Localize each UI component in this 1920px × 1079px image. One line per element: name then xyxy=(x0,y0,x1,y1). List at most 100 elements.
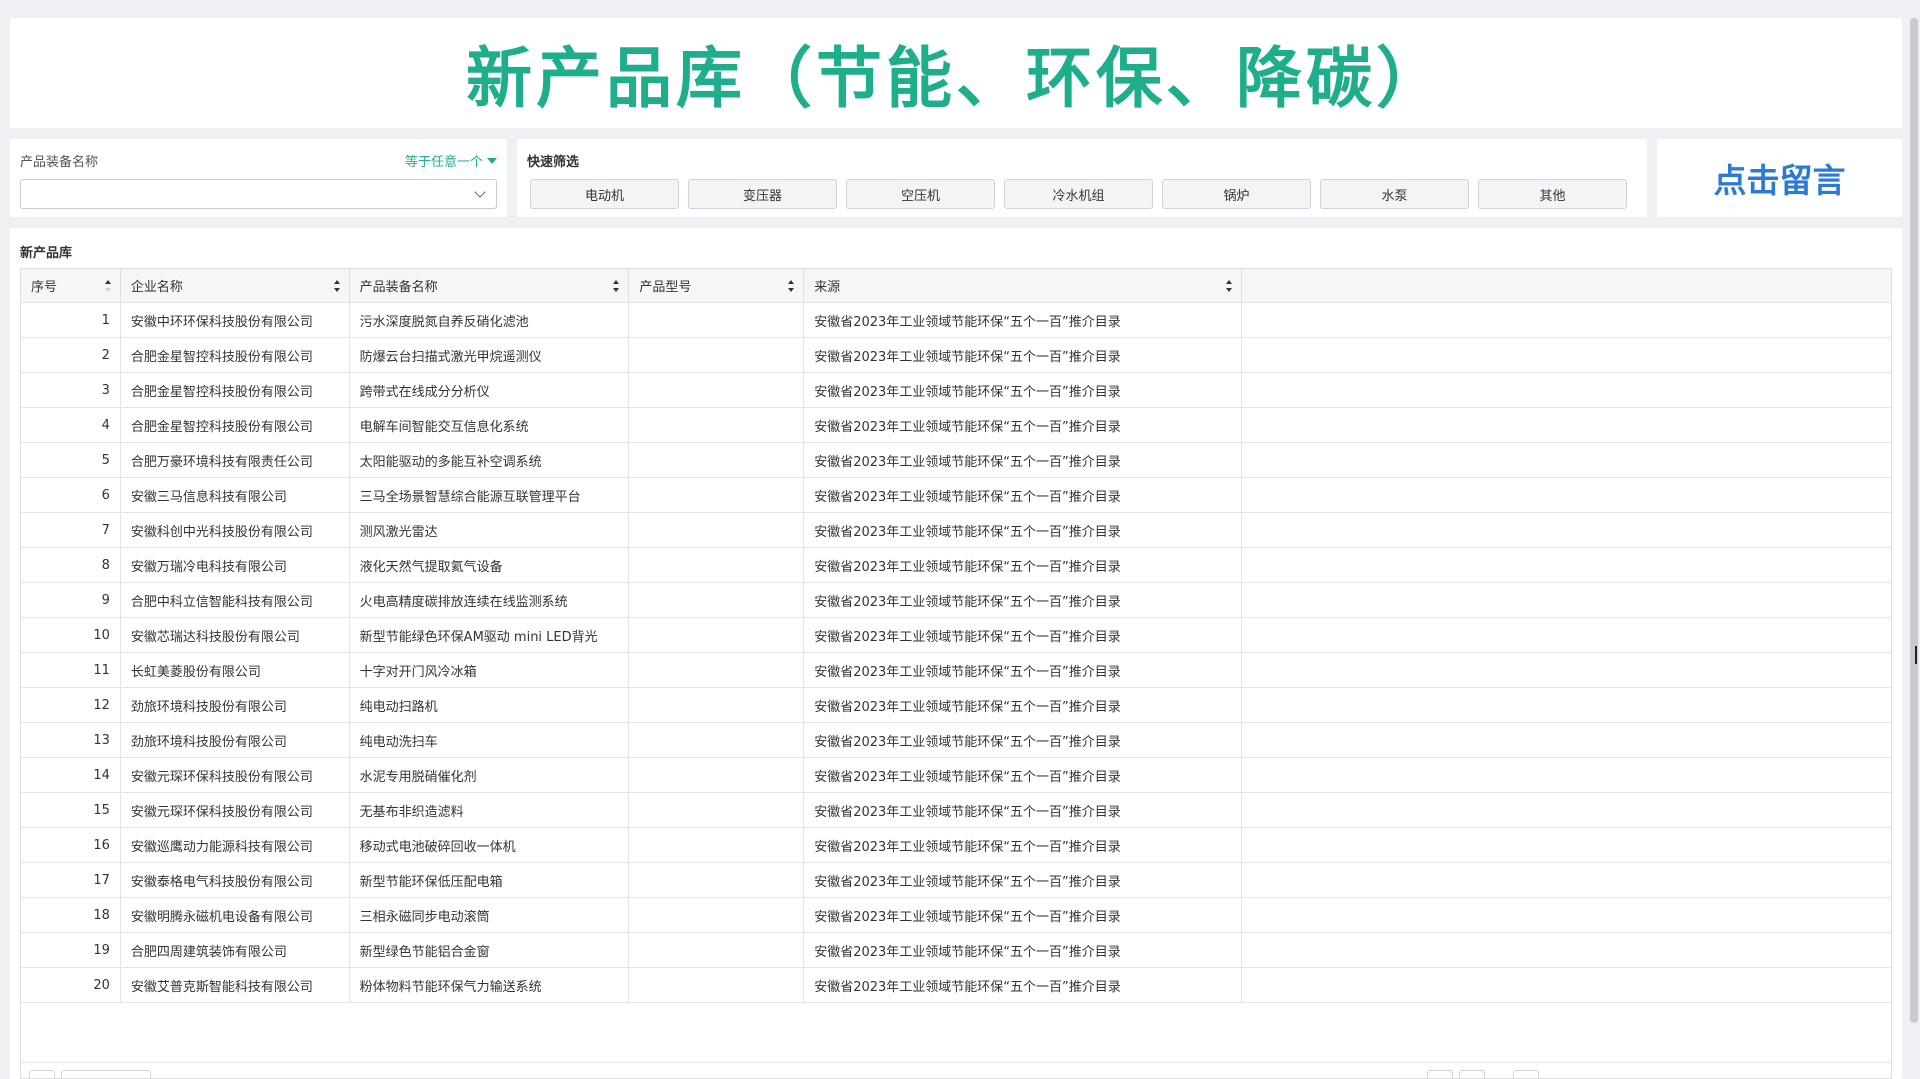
sort-icon[interactable] xyxy=(104,280,112,292)
table-cell: 19 xyxy=(21,933,121,967)
table-cell: 劲旅环境科技股份有限公司 xyxy=(121,723,350,757)
table-cell: 安徽省2023年工业领域节能环保“五个一百”推介目录 xyxy=(804,408,1242,442)
quick-filter-button[interactable]: 变压器 xyxy=(688,179,837,209)
quick-filter-button[interactable]: 其他 xyxy=(1478,179,1627,209)
table-cell: 18 xyxy=(21,898,121,932)
table-cell: 污水深度脱氮自养反硝化滤池 xyxy=(350,303,630,337)
table-row[interactable]: 11 长虹美菱股份有限公司 十字对开门风冷冰箱 安徽省2023年工业领域节能环保“五个… xyxy=(21,653,1891,688)
header-filler xyxy=(1242,269,1891,302)
page-number-button[interactable] xyxy=(1459,1070,1485,1078)
table-cell: 跨带式在线成分分析仪 xyxy=(350,373,630,407)
quick-filter-button[interactable]: 电动机 xyxy=(530,179,679,209)
table-row[interactable]: 5 合肥万豪环境科技有限责任公司 太阳能驱动的多能互补空调系统 安徽省2023年工业领… xyxy=(21,443,1891,478)
table-row[interactable]: 16 安徽巡鹰动力能源科技有限公司 移动式电池破碎回收一体机 安徽省2023年工业领域… xyxy=(21,828,1891,863)
column-header[interactable]: 产品装备名称 xyxy=(350,269,630,302)
table-cell: 安徽万瑞冷电科技有限公司 xyxy=(121,548,350,582)
table-cell: 安徽元琛环保科技股份有限公司 xyxy=(121,793,350,827)
table-row[interactable]: 18 安徽明腾永磁机电设备有限公司 三相永磁同步电动滚筒 安徽省2023年工业领域节能… xyxy=(21,898,1891,933)
table-cell: 安徽艾普克斯智能科技有限公司 xyxy=(121,968,350,1002)
table-cell: 12 xyxy=(21,688,121,722)
table-cell xyxy=(629,373,805,407)
table-cell xyxy=(629,653,805,687)
table-cell: 水泥专用脱硝催化剂 xyxy=(350,758,630,792)
table-cell: 9 xyxy=(21,583,121,617)
table-cell: 安徽三马信息科技有限公司 xyxy=(121,478,350,512)
vertical-scrollbar[interactable] xyxy=(1910,18,1918,1023)
table-cell: 长虹美菱股份有限公司 xyxy=(121,653,350,687)
page-title: 新产品库（节能、环保、降碳） xyxy=(466,40,1446,117)
table-row[interactable]: 7 安徽科创中光科技股份有限公司 测风激光雷达 安徽省2023年工业领域节能环保“五个… xyxy=(21,513,1891,548)
sort-icon[interactable] xyxy=(788,280,795,292)
row-filler xyxy=(1242,373,1891,407)
quick-filter-button[interactable]: 冷水机组 xyxy=(1004,179,1153,209)
table-cell: 合肥四周建筑装饰有限公司 xyxy=(121,933,350,967)
table-cell: 安徽中环环保科技股份有限公司 xyxy=(121,303,350,337)
sort-icon[interactable] xyxy=(333,280,341,292)
table-row[interactable]: 2 合肥金星智控科技股份有限公司 防爆云台扫描式激光甲烷遥测仪 安徽省2023年工业领… xyxy=(21,338,1891,373)
table-row[interactable]: 10 安徽芯瑞达科技股份有限公司 新型节能绿色环保AM驱动 mini LED背光 安徽… xyxy=(21,618,1891,653)
table-cell: 安徽科创中光科技股份有限公司 xyxy=(121,513,350,547)
table-row[interactable]: 13 劲旅环境科技股份有限公司 纯电动洗扫车 安徽省2023年工业领域节能环保“五个一… xyxy=(21,723,1891,758)
table-row[interactable]: 1 安徽中环环保科技股份有限公司 污水深度脱氮自养反硝化滤池 安徽省2023年工业领域… xyxy=(21,303,1891,338)
table-cell: 8 xyxy=(21,548,121,582)
table-row[interactable]: 9 合肥中科立信智能科技有限公司 火电高精度碳排放连续在线监测系统 安徽省2023年工… xyxy=(21,583,1891,618)
table-cell xyxy=(629,408,805,442)
table-cell: 劲旅环境科技股份有限公司 xyxy=(121,688,350,722)
column-header[interactable]: 来源 xyxy=(804,269,1242,302)
quick-filter-button[interactable]: 水泵 xyxy=(1320,179,1469,209)
table-cell: 十字对开门风冷冰箱 xyxy=(350,653,630,687)
column-header-label: 来源 xyxy=(814,280,841,295)
table-body: 1 安徽中环环保科技股份有限公司 污水深度脱氮自养反硝化滤池 安徽省2023年工业领域… xyxy=(21,303,1891,1003)
table-row[interactable]: 6 安徽三马信息科技有限公司 三马全场景智慧综合能源互联管理平台 安徽省2023年工业… xyxy=(21,478,1891,513)
prev-page-button[interactable] xyxy=(1427,1070,1453,1078)
sort-icon[interactable] xyxy=(613,280,620,292)
table-cell: 无基布非织造滤料 xyxy=(350,793,630,827)
table-row[interactable]: 3 合肥金星智控科技股份有限公司 跨带式在线成分分析仪 安徽省2023年工业领域节能环… xyxy=(21,373,1891,408)
column-header-label: 企业名称 xyxy=(130,280,183,295)
table-cell: 新型节能环保低压配电箱 xyxy=(350,863,630,897)
product-name-select[interactable] xyxy=(20,179,497,209)
column-header[interactable]: 产品型号 xyxy=(629,269,805,302)
table-cell xyxy=(629,338,805,372)
table-cell: 电解车间智能交互信息化系统 xyxy=(350,408,630,442)
table-cell: 5 xyxy=(21,443,121,477)
sort-icon[interactable] xyxy=(1225,280,1233,292)
table-cell: 3 xyxy=(21,373,121,407)
table-row[interactable]: 17 安徽泰格电气科技股份有限公司 新型节能环保低压配电箱 安徽省2023年工业领域节… xyxy=(21,863,1891,898)
table-cell: 11 xyxy=(21,653,121,687)
table-cell xyxy=(629,723,805,757)
column-header[interactable]: 序号 xyxy=(21,269,121,302)
table-cell: 16 xyxy=(21,828,121,862)
table-cell: 安徽省2023年工业领域节能环保“五个一百”推介目录 xyxy=(804,443,1242,477)
table-cell: 纯电动洗扫车 xyxy=(350,723,630,757)
column-header-label: 产品装备名称 xyxy=(359,280,438,295)
table-cell: 10 xyxy=(21,618,121,652)
table-row[interactable]: 20 安徽艾普克斯智能科技有限公司 粉体物料节能环保气力输送系统 安徽省2023年工业… xyxy=(21,968,1891,1003)
data-table: 序号 企业名称 产品装备名称 产品型号 来源 1 安徽中环环保科技股份有限公司 污水深度脱氮… xyxy=(20,268,1892,1079)
page-size-button[interactable] xyxy=(29,1070,55,1078)
table-cell: 测风激光雷达 xyxy=(350,513,630,547)
next-page-button[interactable] xyxy=(1513,1070,1539,1078)
column-header[interactable]: 企业名称 xyxy=(121,269,350,302)
table-cell: 安徽省2023年工业领域节能环保“五个一百”推介目录 xyxy=(804,688,1242,722)
table-cell: 安徽省2023年工业领域节能环保“五个一百”推介目录 xyxy=(804,898,1242,932)
filter-operator-dropdown[interactable]: 等于任意一个 xyxy=(405,151,497,170)
table-row[interactable]: 12 劲旅环境科技股份有限公司 纯电动扫路机 安徽省2023年工业领域节能环保“五个一… xyxy=(21,688,1891,723)
table-row[interactable]: 19 合肥四周建筑装饰有限公司 新型绿色节能铝合金窗 安徽省2023年工业领域节能环保… xyxy=(21,933,1891,968)
table-cell: 合肥金星智控科技股份有限公司 xyxy=(121,408,350,442)
text-cursor-icon xyxy=(1915,646,1917,664)
quick-filter-button[interactable]: 空压机 xyxy=(846,179,995,209)
table-row[interactable]: 15 安徽元琛环保科技股份有限公司 无基布非织造滤料 安徽省2023年工业领域节能环保… xyxy=(21,793,1891,828)
message-panel: 点击留言 xyxy=(1657,139,1902,217)
table-cell: 安徽省2023年工业领域节能环保“五个一百”推介目录 xyxy=(804,303,1242,337)
table-row[interactable]: 8 安徽万瑞冷电科技有限公司 液化天然气提取氦气设备 安徽省2023年工业领域节能环保… xyxy=(21,548,1891,583)
table-row[interactable]: 4 合肥金星智控科技股份有限公司 电解车间智能交互信息化系统 安徽省2023年工业领域… xyxy=(21,408,1891,443)
table-cell: 纯电动扫路机 xyxy=(350,688,630,722)
leave-message-button[interactable]: 点击留言 xyxy=(1714,154,1846,202)
table-row[interactable]: 14 安徽元琛环保科技股份有限公司 水泥专用脱硝催化剂 安徽省2023年工业领域节能环… xyxy=(21,758,1891,793)
column-header-label: 序号 xyxy=(31,280,58,295)
page-size-select[interactable] xyxy=(61,1070,151,1078)
quick-filter-button[interactable]: 锅炉 xyxy=(1162,179,1311,209)
row-filler xyxy=(1242,863,1891,897)
table-cell: 液化天然气提取氦气设备 xyxy=(350,548,630,582)
